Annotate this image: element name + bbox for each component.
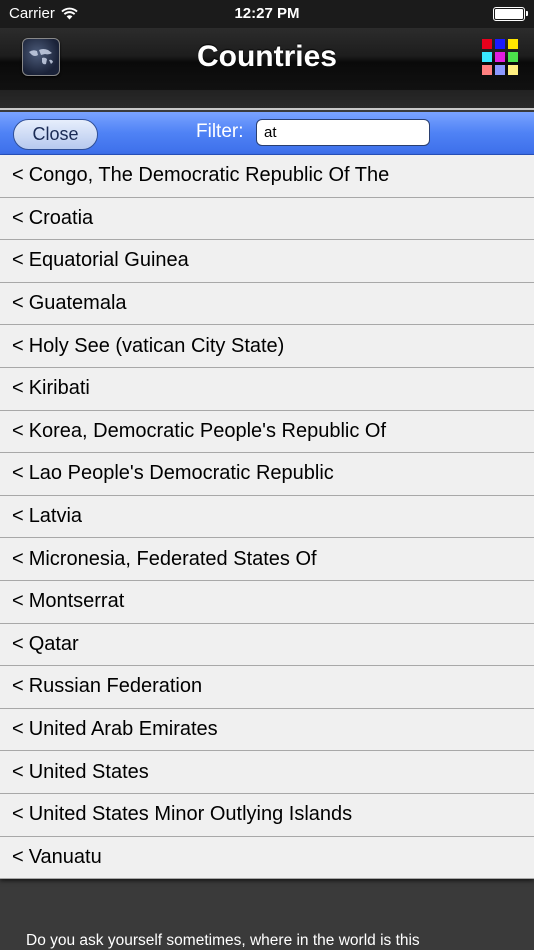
list-item[interactable]: < United States (0, 751, 534, 794)
color-swatch (495, 39, 505, 49)
footer-text: Do you ask yourself sometimes, where in … (26, 932, 420, 949)
country-name: United States Minor Outlying Islands (28, 803, 353, 826)
list-item[interactable]: < Qatar (0, 623, 534, 667)
list-item[interactable]: < Montserrat (0, 580, 534, 624)
country-name: Vanuatu (28, 845, 102, 868)
chevron-left-icon: < (12, 249, 24, 272)
chevron-left-icon: < (12, 675, 24, 698)
country-name: Equatorial Guinea (28, 249, 189, 272)
list-item[interactable]: < Congo, The Democratic Republic Of The (0, 155, 534, 198)
status-time: 12:27 PM (234, 5, 300, 22)
color-swatch (495, 52, 505, 62)
country-name: Lao People's Democratic Republic (28, 462, 334, 485)
list-item[interactable]: < Guatemala (0, 282, 534, 326)
color-swatch (495, 65, 505, 75)
list-item[interactable]: < Korea, Democratic People's Republic Of (0, 410, 534, 454)
country-name: Latvia (28, 505, 83, 528)
chevron-left-icon: < (12, 718, 24, 741)
country-name: Congo, The Democratic Republic Of The (28, 164, 390, 187)
chevron-left-icon: < (12, 377, 24, 400)
color-swatch (508, 65, 518, 75)
country-name: United States (28, 760, 149, 783)
country-name: Croatia (28, 206, 94, 229)
battery-icon (493, 7, 528, 21)
chevron-left-icon: < (12, 547, 24, 570)
list-item[interactable]: < Latvia (0, 495, 534, 539)
filter-input[interactable] (256, 119, 430, 146)
color-swatch (482, 39, 492, 49)
filter-label: Filter: (196, 121, 244, 142)
chevron-left-icon: < (12, 206, 24, 229)
chevron-left-icon: < (12, 803, 24, 826)
color-swatch (482, 65, 492, 75)
close-button[interactable]: Close (13, 119, 98, 150)
country-name: Qatar (28, 632, 79, 655)
chevron-left-icon: < (12, 505, 24, 528)
list-item[interactable]: < Equatorial Guinea (0, 240, 534, 283)
chevron-left-icon: < (12, 334, 24, 357)
chevron-left-icon: < (12, 462, 24, 485)
nav-bar: Countries (0, 28, 534, 90)
chevron-left-icon: < (12, 292, 24, 315)
list-item[interactable]: < Russian Federation (0, 666, 534, 709)
list-item[interactable]: < Holy See (vatican City State) (0, 325, 534, 368)
list-item[interactable]: < Croatia (0, 197, 534, 241)
list-item[interactable]: < Lao People's Democratic Republic (0, 453, 534, 496)
chevron-left-icon: < (12, 632, 24, 655)
country-name: Guatemala (28, 292, 127, 315)
country-name: Micronesia, Federated States Of (28, 547, 317, 570)
list-item[interactable]: < United States Minor Outlying Islands (0, 793, 534, 837)
status-bar: Carrier 12:27 PM (0, 0, 534, 28)
chevron-left-icon: < (12, 419, 24, 442)
country-list: < Congo, The Democratic Republic Of The < C… (0, 155, 534, 880)
country-name: Kiribati (28, 377, 90, 400)
color-swatch (508, 52, 518, 62)
country-name: Korea, Democratic People's Republic Of (28, 419, 387, 442)
page-title: Countries (196, 40, 337, 73)
nav-divider (0, 90, 534, 110)
color-grid-icon[interactable] (482, 39, 518, 75)
filter-bar: Close Filter: (0, 112, 534, 155)
color-swatch (482, 52, 492, 62)
list-item[interactable]: < Vanuatu (0, 836, 534, 880)
list-item[interactable]: < United Arab Emirates (0, 708, 534, 752)
country-name: Holy See (vatican City State) (28, 334, 285, 357)
chevron-left-icon: < (12, 845, 24, 868)
list-item[interactable]: < Micronesia, Federated States Of (0, 538, 534, 581)
chevron-left-icon: < (12, 590, 24, 613)
country-name: Russian Federation (28, 675, 203, 698)
chevron-left-icon: < (12, 760, 24, 783)
chevron-left-icon: < (12, 164, 24, 187)
country-name: Montserrat (28, 590, 125, 613)
list-item[interactable]: < Kiribati (0, 367, 534, 411)
color-swatch (508, 39, 518, 49)
country-name: United Arab Emirates (28, 718, 218, 741)
